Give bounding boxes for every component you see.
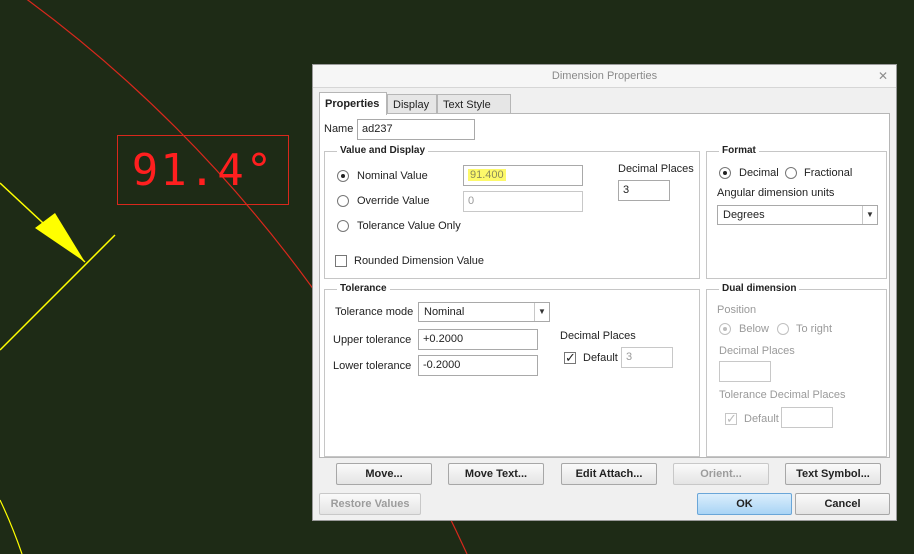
angular-units-select[interactable]: Degrees ▼: [717, 205, 878, 225]
rounded-checkbox[interactable]: [335, 255, 347, 267]
fractional-radio[interactable]: [785, 167, 797, 179]
value-display-group: Value and Display Nominal Value 91.400 O…: [324, 145, 700, 279]
upper-tolerance-label: Upper tolerance: [333, 334, 412, 346]
witness-line: [0, 234, 116, 351]
dimension-properties-dialog: Dimension Properties ✕ Properties Displa…: [312, 64, 897, 521]
tol-decimal-places-label: Decimal Places: [560, 330, 636, 342]
angular-units-value: Degrees: [723, 209, 765, 221]
arrow-head: [35, 213, 85, 262]
name-label: Name: [324, 123, 354, 135]
ok-button[interactable]: OK: [697, 493, 792, 515]
tab-display[interactable]: Display: [387, 94, 437, 114]
orient-button[interactable]: Orient...: [673, 463, 769, 485]
tab-properties[interactable]: Properties: [319, 92, 387, 115]
lower-curve: [0, 499, 23, 554]
upper-tolerance-input[interactable]: +0.2000: [418, 329, 538, 350]
nominal-radio[interactable]: [337, 170, 349, 182]
rounded-label: Rounded Dimension Value: [354, 255, 485, 267]
chevron-down-icon: ▼: [862, 206, 877, 224]
decimal-label: Decimal: [739, 167, 779, 179]
restore-values-button[interactable]: Restore Values: [319, 493, 421, 515]
override-radio[interactable]: [337, 195, 349, 207]
position-label: Position: [717, 304, 757, 316]
dual-decimal-label: Decimal Places: [719, 345, 795, 357]
dual-default-checkbox[interactable]: ✓: [725, 412, 737, 425]
tolerance-title: Tolerance: [337, 283, 390, 294]
dual-tol-decimal-input[interactable]: [781, 407, 833, 428]
dual-tol-decimal-label: Tolerance Decimal Places: [719, 389, 846, 401]
tolerance-group: Tolerance Tolerance mode Nominal ▼ Upper…: [324, 283, 700, 457]
tolerance-mode-select[interactable]: Nominal ▼: [418, 302, 550, 322]
move-text-button[interactable]: Move Text...: [448, 463, 544, 485]
edit-attach-button[interactable]: Edit Attach...: [561, 463, 657, 485]
value-display-title: Value and Display: [337, 145, 429, 156]
text-symbol-button[interactable]: Text Symbol...: [785, 463, 881, 485]
tolerance-mode-value: Nominal: [424, 306, 465, 318]
override-label: Override Value: [357, 195, 430, 207]
dual-decimal-input[interactable]: [719, 361, 771, 382]
dual-default-label: Default: [744, 413, 779, 425]
below-label: Below: [739, 323, 769, 335]
cancel-button[interactable]: Cancel: [795, 493, 890, 515]
decimal-radio[interactable]: [719, 167, 731, 179]
nominal-label: Nominal Value: [357, 170, 428, 182]
nominal-value-input[interactable]: 91.400: [463, 165, 583, 186]
tol-default-label: Default: [583, 352, 618, 364]
tab-text-style[interactable]: Text Style: [437, 94, 511, 114]
dual-dimension-group: Dual dimension Position Below To right D…: [706, 283, 887, 457]
dialog-title: Dimension Properties: [551, 70, 658, 82]
lower-tolerance-label: Lower tolerance: [333, 360, 412, 372]
fractional-label: Fractional: [804, 167, 853, 179]
to-right-radio[interactable]: [777, 323, 789, 335]
properties-panel: Name ad237 Value and Display Nominal Val…: [319, 113, 890, 458]
to-right-label: To right: [796, 323, 833, 335]
nominal-value-text: 91.400: [468, 169, 506, 181]
tol-default-checkbox[interactable]: ✓: [564, 351, 576, 364]
title-bar: Dimension Properties ✕: [313, 65, 896, 88]
override-value-input[interactable]: 0: [463, 191, 583, 212]
dual-dimension-title: Dual dimension: [719, 283, 800, 294]
move-button[interactable]: Move...: [336, 463, 432, 485]
format-group: Format Decimal Fractional Angular dimens…: [706, 145, 887, 279]
name-input[interactable]: ad237: [357, 119, 475, 140]
tolerance-mode-label: Tolerance mode: [335, 306, 414, 318]
below-radio[interactable]: [719, 323, 731, 335]
close-icon[interactable]: ✕: [878, 65, 888, 87]
dimension-label[interactable]: 91.4°: [117, 135, 289, 205]
lower-tolerance-input[interactable]: -0.2000: [418, 355, 538, 376]
tolerance-only-radio[interactable]: [337, 220, 349, 232]
format-title: Format: [719, 145, 759, 156]
decimal-places-input[interactable]: 3: [618, 180, 670, 201]
angular-units-label: Angular dimension units: [717, 187, 835, 199]
tolerance-only-label: Tolerance Value Only: [357, 220, 461, 232]
decimal-places-label: Decimal Places: [618, 163, 694, 175]
tol-decimal-input[interactable]: 3: [621, 347, 673, 368]
chevron-down-icon: ▼: [534, 303, 549, 321]
